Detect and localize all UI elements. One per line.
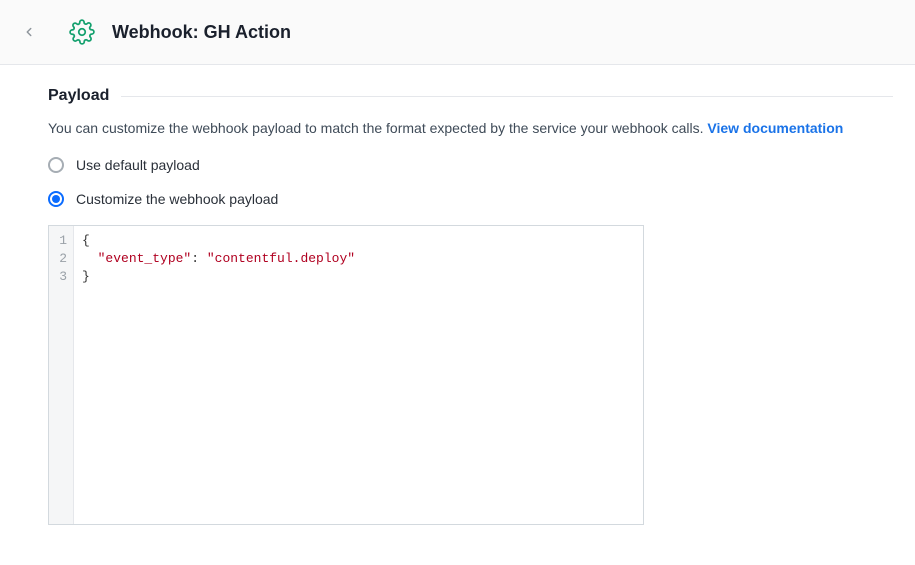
gear-icon xyxy=(68,18,96,46)
code-brace: } xyxy=(82,269,90,284)
line-number: 3 xyxy=(57,268,69,286)
code-text-area[interactable]: { "event_type": "contentful.deploy" } xyxy=(74,226,643,524)
radio-customize-payload[interactable]: Customize the webhook payload xyxy=(48,191,893,207)
back-chevron-icon[interactable] xyxy=(18,21,40,43)
payload-section: Payload You can customize the webhook pa… xyxy=(48,87,893,525)
radio-unchecked-icon xyxy=(48,157,64,173)
code-value: "contentful.deploy" xyxy=(207,251,355,266)
description-text: You can customize the webhook payload to… xyxy=(48,120,707,136)
radio-label: Use default payload xyxy=(76,157,200,173)
radio-checked-icon xyxy=(48,191,64,207)
code-indent xyxy=(82,251,98,266)
content-area: Payload You can customize the webhook pa… xyxy=(0,65,915,565)
view-documentation-link[interactable]: View documentation xyxy=(707,120,843,136)
page-title: Webhook: GH Action xyxy=(112,22,291,43)
radio-use-default[interactable]: Use default payload xyxy=(48,157,893,173)
line-number-gutter: 1 2 3 xyxy=(49,226,74,524)
line-number: 2 xyxy=(57,250,69,268)
code-brace: { xyxy=(82,233,90,248)
code-colon: : xyxy=(191,251,207,266)
section-title: Payload xyxy=(48,87,121,105)
section-description: You can customize the webhook payload to… xyxy=(48,119,868,139)
payload-code-editor[interactable]: 1 2 3 { "event_type": "contentful.deploy… xyxy=(48,225,644,525)
radio-label: Customize the webhook payload xyxy=(76,191,278,207)
code-key: "event_type" xyxy=(98,251,192,266)
line-number: 1 xyxy=(57,232,69,250)
header-bar: Webhook: GH Action xyxy=(0,0,915,65)
